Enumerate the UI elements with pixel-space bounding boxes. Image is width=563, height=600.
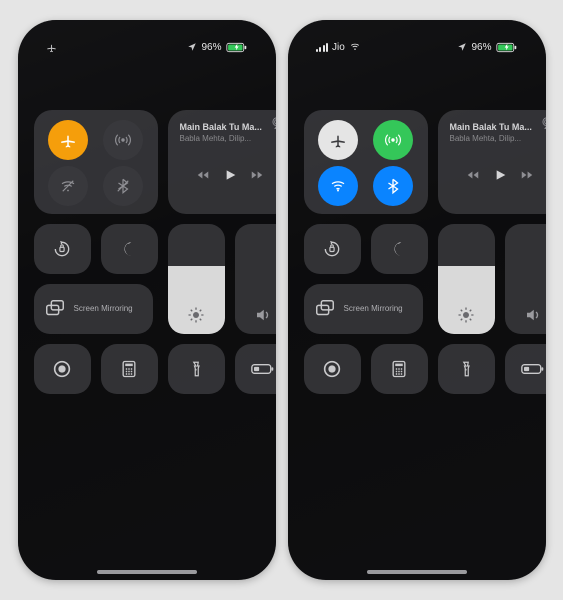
music-artist: Babla Mehta, Dilip... (450, 134, 540, 143)
dnd-toggle[interactable] (101, 224, 158, 274)
volume-slider[interactable] (505, 224, 546, 334)
brightness-slider[interactable] (438, 224, 495, 334)
screen-mirror-icon (44, 298, 66, 320)
signal-bars-icon (316, 43, 329, 52)
airplane-toggle[interactable] (318, 120, 358, 160)
play-button[interactable] (492, 167, 508, 183)
connectivity-group[interactable] (304, 110, 428, 214)
screen-mirror-icon (314, 298, 336, 320)
flashlight-button[interactable] (438, 344, 495, 394)
flashlight-button[interactable] (168, 344, 225, 394)
bluetooth-toggle[interactable] (103, 166, 143, 206)
wifi-toggle[interactable] (318, 166, 358, 206)
low-power-button[interactable] (505, 344, 546, 394)
calculator-button[interactable] (371, 344, 428, 394)
airplay-icon[interactable] (270, 116, 276, 130)
screen-mirroring-button[interactable]: Screen Mirroring (34, 284, 153, 334)
rotation-lock-toggle[interactable] (34, 224, 91, 274)
phone-screen-1: Jio 96% Main Balak Tu Ma... Babla Mehta,… (288, 20, 546, 580)
brightness-icon (168, 306, 225, 324)
rotation-lock-toggle[interactable] (304, 224, 361, 274)
battery-icon (226, 42, 248, 53)
screen-mirror-label: Screen Mirroring (74, 305, 133, 314)
screen-record-button[interactable] (304, 344, 361, 394)
cellular-toggle[interactable] (373, 120, 413, 160)
music-widget[interactable]: Main Balak Tu Ma... Babla Mehta, Dilip..… (438, 110, 546, 214)
volume-slider[interactable] (235, 224, 276, 334)
brightness-icon (438, 306, 495, 324)
home-indicator[interactable] (367, 570, 467, 574)
volume-icon (505, 306, 546, 324)
location-icon (457, 42, 467, 52)
brightness-slider[interactable] (168, 224, 225, 334)
connectivity-group[interactable] (34, 110, 158, 214)
status-wifi-icon (349, 42, 361, 52)
status-bar: 96% (18, 20, 276, 60)
battery-icon (496, 42, 518, 53)
next-track-button[interactable] (250, 168, 264, 182)
dnd-toggle[interactable] (371, 224, 428, 274)
prev-track-button[interactable] (196, 168, 210, 182)
screen-record-button[interactable] (34, 344, 91, 394)
music-title: Main Balak Tu Ma... (180, 122, 270, 132)
bluetooth-toggle[interactable] (373, 166, 413, 206)
status-bar: Jio 96% (288, 20, 546, 60)
volume-icon (235, 306, 276, 324)
wifi-toggle[interactable] (48, 166, 88, 206)
screen-mirror-label: Screen Mirroring (344, 305, 403, 314)
music-widget[interactable]: Main Balak Tu Ma... Babla Mehta, Dilip..… (168, 110, 276, 214)
play-button[interactable] (222, 167, 238, 183)
music-title: Main Balak Tu Ma... (450, 122, 540, 132)
phone-screen-0: 96% Main Balak Tu Ma... Babla Mehta, Dil… (18, 20, 276, 580)
low-power-button[interactable] (235, 344, 276, 394)
next-track-button[interactable] (520, 168, 534, 182)
calculator-button[interactable] (101, 344, 158, 394)
home-indicator[interactable] (97, 570, 197, 574)
location-icon (187, 42, 197, 52)
battery-percent: 96% (471, 42, 491, 53)
carrier-label: Jio (332, 42, 345, 53)
screen-mirroring-button[interactable]: Screen Mirroring (304, 284, 423, 334)
cellular-toggle[interactable] (103, 120, 143, 160)
status-airplane-icon (46, 42, 57, 53)
prev-track-button[interactable] (466, 168, 480, 182)
music-artist: Babla Mehta, Dilip... (180, 134, 270, 143)
airplay-icon[interactable] (540, 116, 546, 130)
airplane-toggle[interactable] (48, 120, 88, 160)
battery-percent: 96% (201, 42, 221, 53)
